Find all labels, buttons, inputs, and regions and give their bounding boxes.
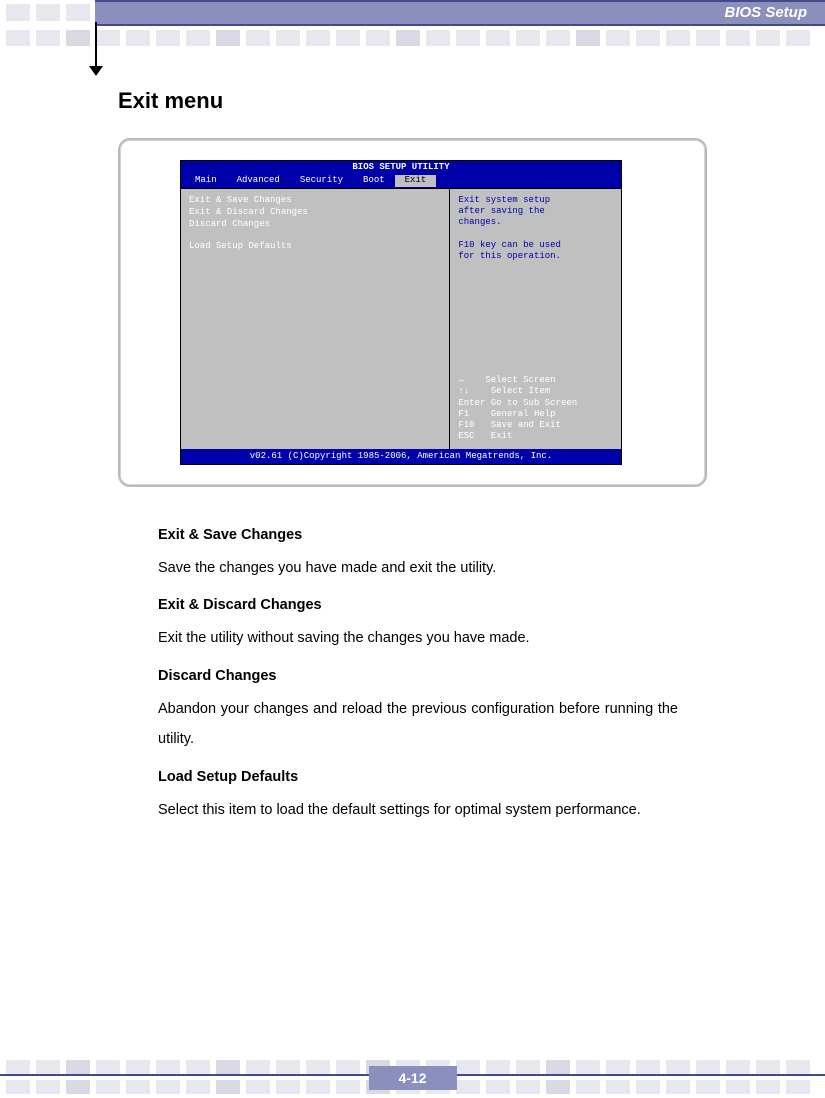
bios-utility-title: BIOS SETUP UTILITY [181,161,621,174]
desc-body: Select this item to load the default set… [158,795,678,825]
bios-menu-panel: Exit & Save Changes Exit & Discard Chang… [181,189,450,449]
bios-tab-exit[interactable]: Exit [395,175,437,186]
page-number: 4-12 [368,1066,456,1090]
header-bar: BIOS Setup [95,0,825,26]
bios-menu-item[interactable]: Discard Changes [189,219,441,230]
bios-menu-item[interactable]: Load Setup Defaults [189,241,441,252]
desc-body: Exit the utility without saving the chan… [158,623,678,653]
bios-tab-main[interactable]: Main [185,175,227,186]
bios-screenshot-frame: BIOS SETUP UTILITY Main Advanced Securit… [118,138,707,487]
arrow-line [95,22,97,68]
bios-footer: v02.61 (C)Copyright 1985-2006, American … [181,449,621,464]
bios-help-text: Exit system setup after saving the chang… [458,195,613,263]
bios-screen: BIOS SETUP UTILITY Main Advanced Securit… [180,160,622,465]
header-title: BIOS Setup [724,4,807,21]
bios-key-legend: ↔ Select Screen ↑↓ Select Item Enter Go … [458,375,613,443]
desc-body: Save the changes you have made and exit … [158,553,678,583]
arrow-down-icon [89,66,103,76]
desc-body: Abandon your changes and reload the prev… [158,694,678,755]
bios-tab-security[interactable]: Security [290,175,353,186]
desc-heading: Discard Changes [158,668,678,684]
desc-heading: Load Setup Defaults [158,769,678,785]
desc-heading: Exit & Save Changes [158,527,678,543]
bottom-decoration: 4-12 [0,1048,825,1098]
top-left-squares [6,4,90,21]
top-squares-row [6,30,819,46]
bios-tab-advanced[interactable]: Advanced [227,175,290,186]
top-decoration: BIOS Setup [0,0,825,60]
desc-heading: Exit & Discard Changes [158,597,678,613]
section-title: Exit menu [118,88,707,114]
bios-menu-item[interactable]: Exit & Discard Changes [189,207,441,218]
bios-help-panel: Exit system setup after saving the chang… [450,189,621,449]
bios-tab-boot[interactable]: Boot [353,175,395,186]
bios-tab-bar: Main Advanced Security Boot Exit [181,174,621,187]
bios-menu-item[interactable]: Exit & Save Changes [189,195,441,206]
descriptions: Exit & Save Changes Save the changes you… [158,527,678,825]
